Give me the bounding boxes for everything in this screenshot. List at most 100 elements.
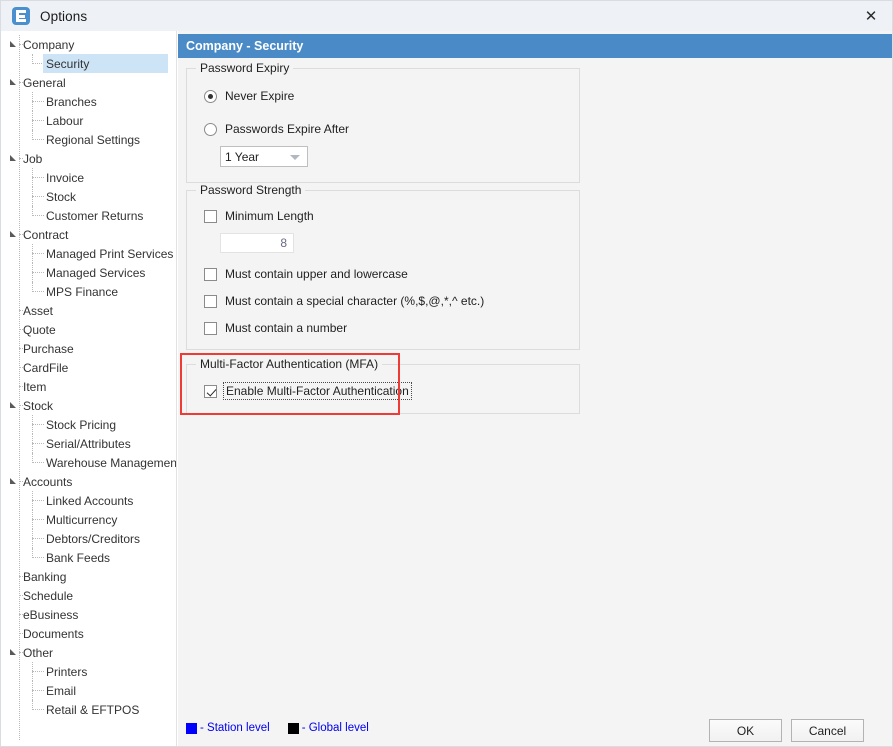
sidebar-item-label: Contract [23, 227, 69, 242]
sidebar-item-cardfile[interactable]: CardFile [1, 358, 176, 377]
sidebar-item-banking[interactable]: Banking [1, 567, 176, 586]
expander-icon[interactable] [10, 402, 16, 408]
sidebar-item-invoice[interactable]: Invoice [1, 168, 176, 187]
sidebar-item-email[interactable]: Email [1, 681, 176, 700]
sidebar-item-label: Banking [23, 569, 67, 584]
minimum-length-label: Minimum Length [225, 209, 314, 223]
expander-icon[interactable] [10, 41, 16, 47]
sidebar-item-label: Accounts [23, 474, 73, 489]
sidebar-item-label: Regional Settings [46, 132, 141, 147]
sidebar-item-multicurrency[interactable]: Multicurrency [1, 510, 176, 529]
sidebar-item-quote[interactable]: Quote [1, 320, 176, 339]
minimum-length-checkbox[interactable]: Minimum Length [204, 209, 314, 223]
title-bar: Options ✕ [1, 1, 892, 31]
sidebar-item-contract[interactable]: Contract [1, 225, 176, 244]
sidebar-item-other[interactable]: Other [1, 643, 176, 662]
sidebar-item-linked-accounts[interactable]: Linked Accounts [1, 491, 176, 510]
sidebar-item-label: Linked Accounts [46, 493, 134, 508]
sidebar-item-ebusiness[interactable]: eBusiness [1, 605, 176, 624]
sidebar-item-label: Schedule [23, 588, 74, 603]
sidebar-item-customer-returns[interactable]: Customer Returns [1, 206, 176, 225]
sidebar-item-company[interactable]: Company [1, 35, 176, 54]
upper-lower-checkbox[interactable]: Must contain upper and lowercase [204, 267, 408, 281]
level-legend: - Station level - Global level [186, 722, 369, 734]
sidebar-item-label: Printers [46, 664, 88, 679]
minimum-length-value: 8 [280, 236, 287, 250]
panel-title: Company - Security [178, 34, 892, 58]
sidebar-item-serial-attributes[interactable]: Serial/Attributes [1, 434, 176, 453]
sidebar-item-bank-feeds[interactable]: Bank Feeds [1, 548, 176, 567]
cancel-button[interactable]: Cancel [791, 719, 864, 742]
must-contain-number-checkbox[interactable]: Must contain a number [204, 321, 347, 335]
sidebar-item-label: Multicurrency [46, 512, 118, 527]
ok-button[interactable]: OK [709, 719, 782, 742]
sidebar-item-asset[interactable]: Asset [1, 301, 176, 320]
global-level-swatch [287, 722, 299, 734]
sidebar-item-managed-print-services[interactable]: Managed Print Services [1, 244, 176, 263]
password-expiry-group: Password Expiry Never Expire Passwords E… [186, 61, 580, 183]
radio-indicator [204, 89, 217, 103]
expander-icon[interactable] [10, 649, 16, 655]
sidebar-item-printers[interactable]: Printers [1, 662, 176, 681]
checkbox-indicator [204, 267, 217, 281]
sidebar-item-label: Serial/Attributes [46, 436, 131, 451]
sidebar-item-accounts[interactable]: Accounts [1, 472, 176, 491]
sidebar-item-label: Security [46, 56, 90, 71]
sidebar-item-stock[interactable]: Stock [1, 187, 176, 206]
sidebar-item-documents[interactable]: Documents [1, 624, 176, 643]
sidebar-item-label: Company [23, 37, 75, 52]
global-level-label: - Global level [301, 722, 369, 734]
window-title: Options [40, 8, 88, 24]
minimum-length-input[interactable]: 8 [220, 233, 294, 253]
sidebar-item-label: Purchase [23, 341, 74, 356]
sidebar-item-item[interactable]: Item [1, 377, 176, 396]
expiry-period-select[interactable]: 1 Year [220, 146, 308, 167]
sidebar-item-stock[interactable]: Stock [1, 396, 176, 415]
sidebar-item-branches[interactable]: Branches [1, 92, 176, 111]
chevron-down-icon [290, 155, 300, 160]
sidebar-item-label: Stock [46, 189, 77, 204]
sidebar-item-security[interactable]: Security [1, 54, 176, 73]
sidebar-item-label: Documents [23, 626, 84, 641]
sidebar-item-retail-eftpos[interactable]: Retail & EFTPOS [1, 700, 176, 719]
expander-icon[interactable] [10, 155, 16, 161]
sidebar-item-label: Item [23, 379, 47, 394]
sidebar-item-label: CardFile [23, 360, 69, 375]
mfa-group: Multi-Factor Authentication (MFA) Enable… [186, 357, 580, 414]
sidebar-item-regional-settings[interactable]: Regional Settings [1, 130, 176, 149]
settings-tree[interactable]: Company Security General Branches Labour Regi… [1, 31, 177, 746]
sidebar-item-labour[interactable]: Labour [1, 111, 176, 130]
sidebar-item-label: Stock Pricing [46, 417, 117, 432]
sidebar-item-label: Quote [23, 322, 56, 337]
never-expire-radio[interactable]: Never Expire [204, 89, 294, 103]
station-level-swatch [186, 722, 197, 734]
sidebar-item-schedule[interactable]: Schedule [1, 586, 176, 605]
sidebar-item-managed-services[interactable]: Managed Services [1, 263, 176, 282]
sidebar-item-mps-finance[interactable]: MPS Finance [1, 282, 176, 301]
expander-icon[interactable] [10, 231, 16, 237]
special-character-checkbox[interactable]: Must contain a special character (%,$,@,… [204, 294, 484, 308]
sidebar-item-job[interactable]: Job [1, 149, 176, 168]
sidebar-item-label: MPS Finance [46, 284, 119, 299]
sidebar-item-purchase[interactable]: Purchase [1, 339, 176, 358]
enable-mfa-label: Enable Multi-Factor Authentication [223, 382, 412, 400]
sidebar-item-warehouse-management[interactable]: Warehouse Management [1, 453, 176, 472]
special-character-label: Must contain a special character (%,$,@,… [225, 294, 485, 308]
expander-icon[interactable] [10, 478, 16, 484]
sidebar-item-label: Warehouse Management [46, 455, 177, 470]
sidebar-item-label: Customer Returns [46, 208, 144, 223]
sidebar-item-general[interactable]: General [1, 73, 176, 92]
passwords-expire-after-radio[interactable]: Passwords Expire After [204, 122, 349, 136]
sidebar-item-debtors-creditors[interactable]: Debtors/Creditors [1, 529, 176, 548]
sidebar-item-label: Email [46, 683, 77, 698]
passwords-expire-after-label: Passwords Expire After [225, 122, 350, 136]
expander-icon[interactable] [10, 79, 16, 85]
checkbox-indicator [204, 384, 217, 398]
password-expiry-title: Password Expiry [196, 61, 294, 75]
close-icon[interactable]: ✕ [848, 1, 892, 31]
options-app-icon [12, 7, 30, 25]
sidebar-item-label: General [23, 75, 66, 90]
sidebar-item-stock-pricing[interactable]: Stock Pricing [1, 415, 176, 434]
must-contain-number-label: Must contain a number [225, 321, 348, 335]
enable-mfa-checkbox[interactable]: Enable Multi-Factor Authentication [204, 382, 412, 400]
